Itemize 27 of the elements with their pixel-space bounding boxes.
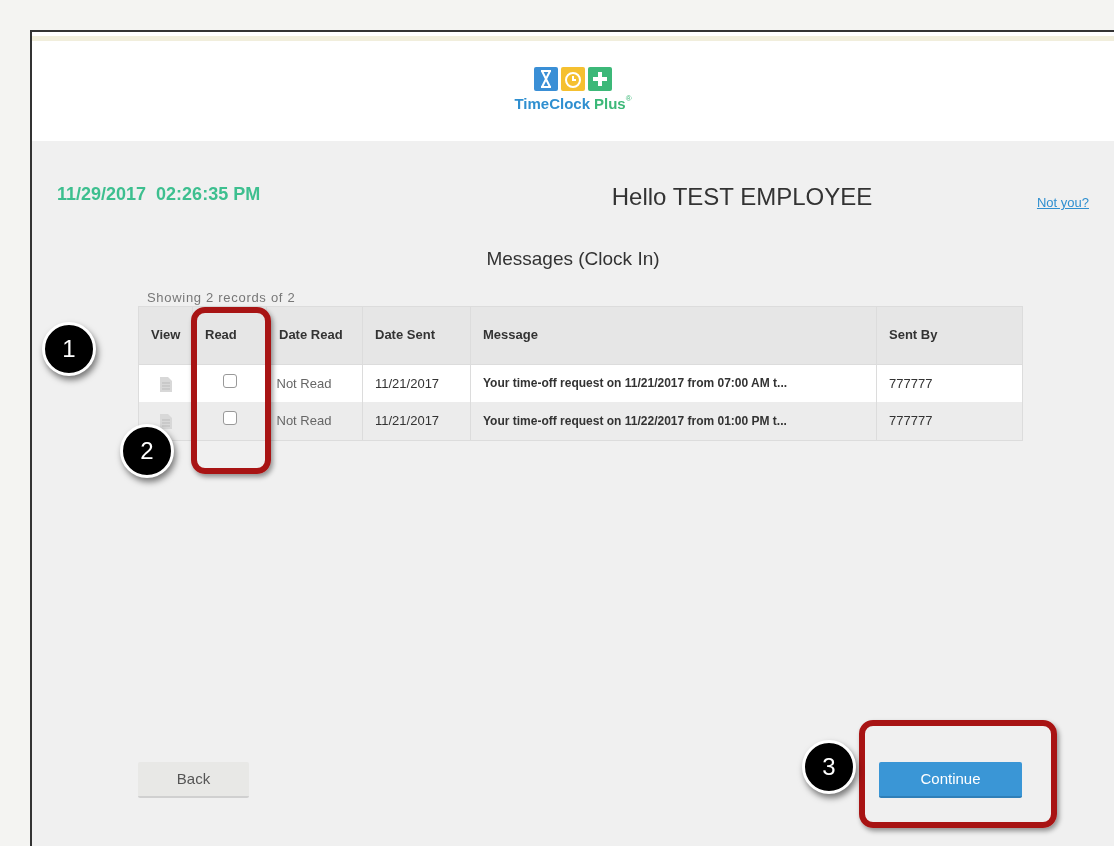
column-header: Date Read	[266, 306, 363, 364]
date-time: 11/29/2017 02:26:35 PM	[57, 183, 262, 206]
column-header: Sent By	[876, 306, 1023, 364]
table-cell: 11/21/2017	[362, 364, 471, 402]
column-header: Date Sent	[362, 306, 471, 364]
column-header: Read	[192, 306, 267, 364]
brand-name: TimeClock	[514, 93, 590, 114]
column-header: View	[138, 306, 193, 364]
back-button[interactable]: Back	[138, 762, 249, 798]
table-cell: 777777	[876, 402, 1023, 440]
column-header: Message	[470, 306, 877, 364]
document-icon[interactable]	[159, 376, 172, 392]
not-you-link[interactable]: Not you?	[1036, 193, 1089, 213]
read-checkbox[interactable]	[222, 411, 237, 425]
registered-mark: ®	[625, 92, 632, 103]
table-cell: Your time-off request on 11/21/2017 from 07:00 AM t...	[470, 364, 877, 402]
document-icon[interactable]	[159, 414, 172, 430]
continue-button[interactable]: Continue	[879, 762, 1022, 798]
greeting-title: Hello TEST EMPLOYEE	[610, 182, 874, 212]
records-count: Showing 2 records of 2	[147, 289, 297, 306]
table-cell: 777777	[876, 364, 1023, 402]
page-subtitle: Messages (Clock In)	[486, 248, 660, 269]
table-cell: 11/21/2017	[362, 402, 471, 440]
brand-name-suffix: Plus	[594, 93, 626, 114]
read-checkbox[interactable]	[222, 373, 237, 388]
logo-icon	[534, 66, 612, 91]
table-cell: Your time-off request on 11/22/2017 from 01:00 PM t...	[470, 402, 877, 440]
